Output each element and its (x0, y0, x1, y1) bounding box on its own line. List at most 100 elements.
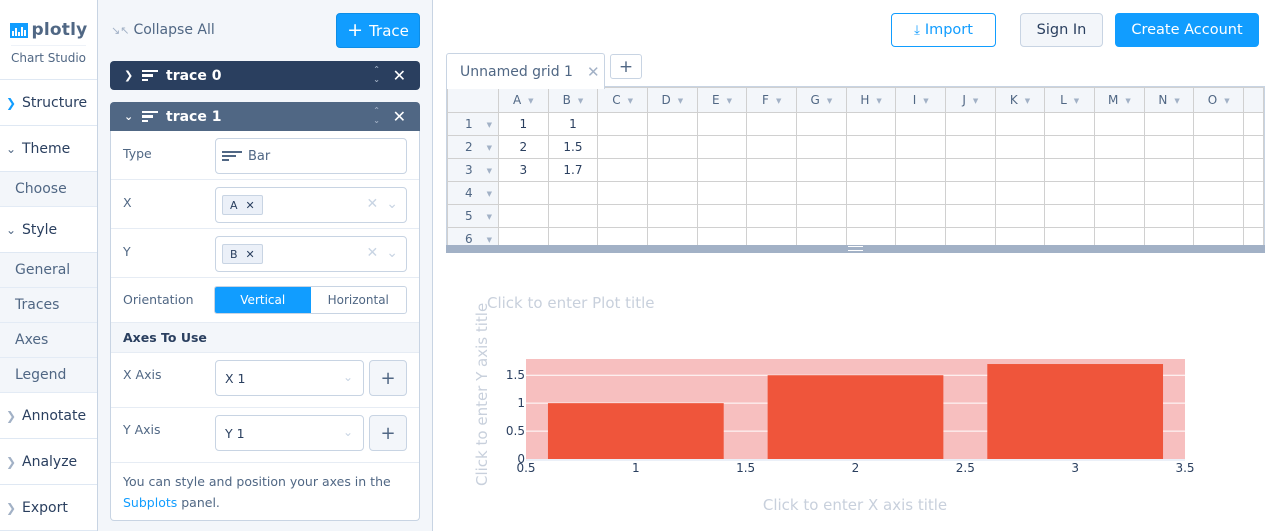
grid-tab[interactable]: Unnamed grid 1 ✕ (446, 53, 605, 89)
import-button[interactable]: ⤓ Import (891, 13, 996, 47)
grid-cell[interactable] (994, 227, 1046, 246)
row-header[interactable]: 4 ▼ (447, 181, 499, 205)
column-header-j[interactable]: J ▼ (945, 87, 996, 113)
x-axis-dropdown[interactable]: X 1 ⌄ (215, 360, 364, 396)
grid-cell[interactable] (796, 204, 847, 228)
nav-item-legend[interactable]: Legend (0, 358, 97, 393)
grid-cell[interactable] (945, 135, 996, 159)
grid-cell[interactable]: 2 (497, 135, 549, 159)
remove-chip-icon[interactable]: ✕ (246, 248, 255, 261)
row-menu-icon[interactable]: ▼ (487, 236, 492, 244)
clear-icon[interactable]: ✕ (367, 245, 379, 261)
close-tab-icon[interactable]: ✕ (587, 63, 600, 81)
grid-cell[interactable] (597, 181, 648, 205)
grid-cell[interactable] (796, 158, 847, 182)
plot-title-placeholder[interactable]: Click to enter Plot title (487, 294, 654, 312)
add-grid-button[interactable]: + (610, 54, 642, 79)
grid-cell[interactable] (746, 135, 798, 159)
grid-cell[interactable] (796, 135, 847, 159)
chevron-down-icon[interactable]: ⌄ (386, 245, 398, 261)
grid-cell[interactable] (746, 181, 798, 205)
column-menu-icon[interactable]: ▼ (876, 97, 881, 105)
grid-cell[interactable] (746, 204, 798, 228)
grid-cell[interactable] (1093, 158, 1145, 182)
row-header[interactable]: 5 ▼ (447, 204, 499, 228)
column-menu-icon[interactable]: ▼ (1174, 97, 1179, 105)
grid-cell[interactable] (845, 112, 897, 136)
delete-trace-icon[interactable]: ✕ (393, 107, 406, 126)
grid-cell[interactable] (1093, 204, 1145, 228)
grid-cell[interactable] (945, 112, 996, 136)
nav-group-structure[interactable]: ❯ Structure (0, 80, 97, 126)
grid-cell[interactable] (1044, 135, 1095, 159)
bar-2[interactable] (767, 375, 944, 459)
trace-type-selector[interactable]: Bar (215, 138, 407, 174)
column-header-g[interactable]: G ▼ (796, 87, 847, 113)
grid-cell[interactable] (1044, 181, 1095, 205)
grid-cell[interactable] (1143, 158, 1195, 182)
column-header-b[interactable]: B ▼ (547, 87, 599, 113)
grid-cell[interactable] (895, 181, 947, 205)
delete-trace-icon[interactable]: ✕ (393, 66, 406, 85)
column-menu-icon[interactable]: ▼ (776, 97, 781, 105)
grid-cell[interactable]: 3 (497, 158, 549, 182)
collapse-all-button[interactable]: ↘↖ Collapse All (111, 22, 215, 38)
column-menu-icon[interactable]: ▼ (528, 97, 533, 105)
grid-cell[interactable] (646, 158, 698, 182)
grid-cell[interactable] (1193, 204, 1245, 228)
grid-cell[interactable] (1093, 112, 1145, 136)
row-menu-icon[interactable]: ▼ (487, 213, 492, 221)
chevron-down-icon[interactable]: ⌄ (386, 196, 398, 212)
grid-cell[interactable] (696, 227, 748, 246)
grid-cell[interactable] (646, 135, 698, 159)
sign-in-button[interactable]: Sign In (1020, 13, 1103, 47)
grid-cell[interactable] (646, 181, 698, 205)
grid-cell[interactable] (845, 204, 897, 228)
grid-cell[interactable]: 1.5 (547, 135, 599, 159)
grid-cell[interactable] (895, 112, 947, 136)
grid-cell[interactable] (1093, 181, 1145, 205)
bar-1[interactable] (547, 403, 724, 459)
grid-cell[interactable]: 1 (547, 112, 599, 136)
bar-3[interactable] (987, 364, 1164, 459)
grid-resize-handle[interactable] (446, 245, 1265, 253)
x-data-select[interactable]: A ✕ ✕ ⌄ (215, 187, 407, 223)
grid-cell[interactable] (994, 181, 1046, 205)
subplots-link[interactable]: Subplots (123, 495, 177, 510)
grid-cell[interactable] (696, 158, 748, 182)
grid-cell[interactable] (994, 112, 1046, 136)
nav-item-general[interactable]: General (0, 253, 97, 288)
nav-group-annotate[interactable]: ❯ Annotate (0, 393, 97, 439)
grid-cell[interactable] (497, 227, 549, 246)
grid-cell[interactable] (547, 181, 599, 205)
column-header-h[interactable]: H ▼ (845, 87, 897, 113)
grid-cell[interactable] (945, 227, 996, 246)
clear-icon[interactable]: ✕ (367, 196, 379, 212)
grid-cell[interactable] (1193, 158, 1245, 182)
y-data-select[interactable]: B ✕ ✕ ⌄ (215, 236, 407, 272)
column-menu-icon[interactable]: ▼ (1125, 97, 1130, 105)
grid-cell[interactable] (547, 227, 599, 246)
grid-cell[interactable] (1044, 112, 1095, 136)
x-axis-title-placeholder[interactable]: Click to enter X axis title (763, 496, 947, 514)
column-header-l[interactable]: L ▼ (1044, 87, 1095, 113)
grid-cell[interactable] (597, 135, 648, 159)
grid-cell[interactable] (895, 135, 947, 159)
grid-cell[interactable]: 1.7 (547, 158, 599, 182)
reorder-icon[interactable]: ⌃ ⌄ (373, 106, 380, 126)
grid-cell[interactable] (1143, 227, 1195, 246)
orientation-vertical-button[interactable]: Vertical (215, 287, 311, 313)
grid-cell[interactable] (796, 112, 847, 136)
grid-cell[interactable] (1093, 227, 1145, 246)
grid-cell[interactable] (497, 181, 549, 205)
column-menu-icon[interactable]: ▼ (628, 97, 633, 105)
orientation-horizontal-button[interactable]: Horizontal (311, 287, 407, 313)
logo[interactable]: plotly Chart Studio (0, 0, 97, 80)
grid-cell[interactable] (1143, 135, 1195, 159)
nav-group-export[interactable]: ❯ Export (0, 485, 97, 531)
column-menu-icon[interactable]: ▼ (578, 97, 583, 105)
grid-cell[interactable] (646, 227, 698, 246)
grid-cell[interactable] (1044, 227, 1095, 246)
column-header-e[interactable]: E ▼ (696, 87, 748, 113)
column-header-m[interactable]: M ▼ (1093, 87, 1145, 113)
